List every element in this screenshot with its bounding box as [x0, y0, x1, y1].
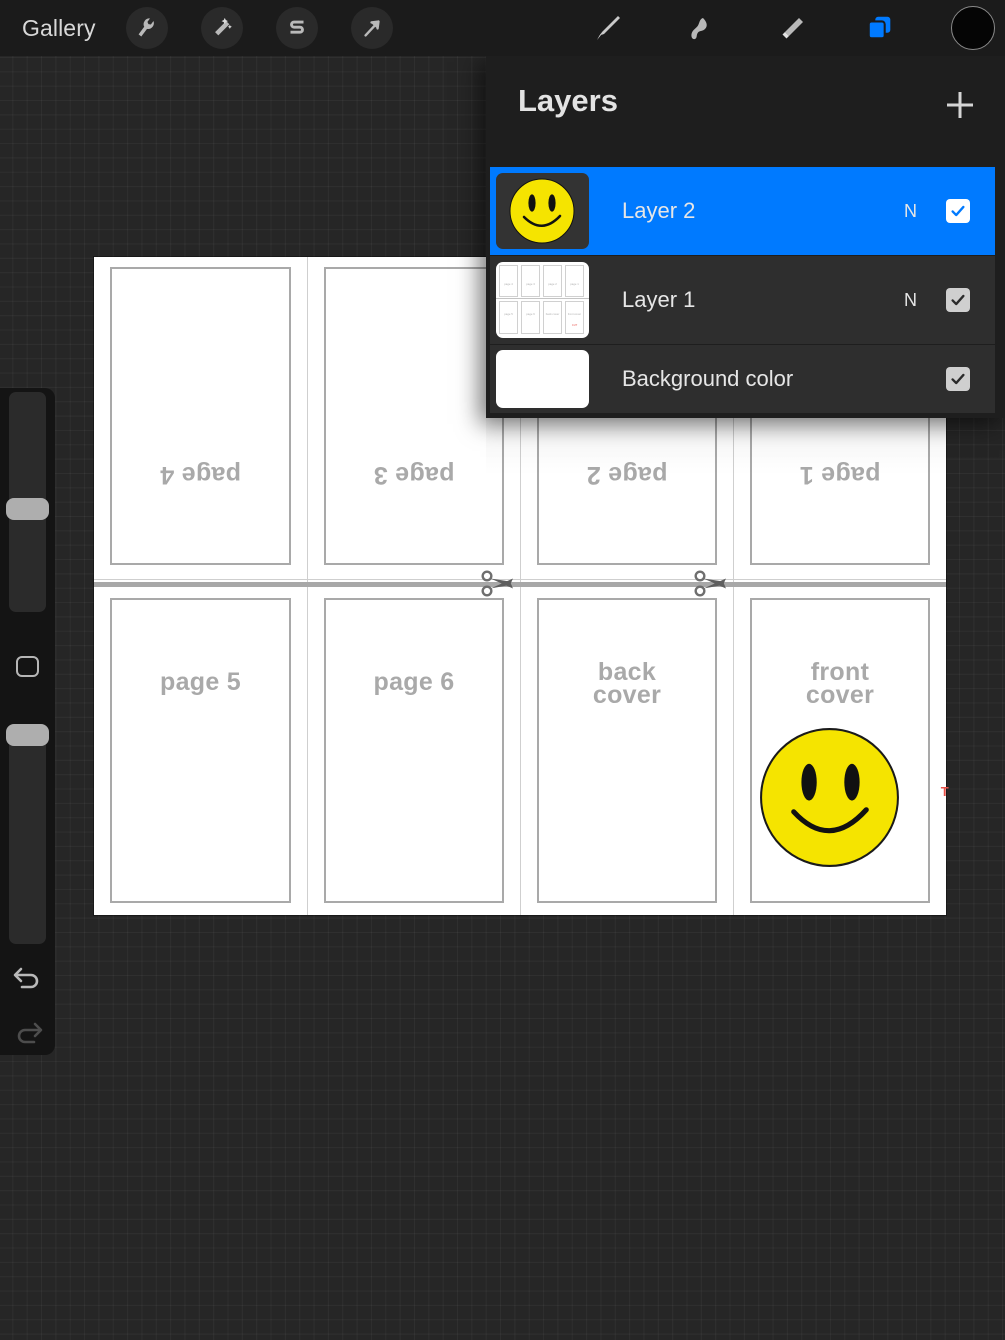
- modify-button[interactable]: [16, 656, 39, 677]
- layer-name: Layer 1: [622, 287, 696, 312]
- page-label-line2: cover: [805, 681, 875, 709]
- transform-button[interactable]: [351, 7, 393, 49]
- page-label: page 2: [586, 461, 668, 489]
- mini-label: page 1: [570, 282, 579, 286]
- layer-thumbnail-background[interactable]: [496, 350, 589, 408]
- layer-thumbnail-smiley[interactable]: [496, 173, 589, 249]
- layer-row-layer-2[interactable]: Layer 2 N: [490, 167, 995, 255]
- layers-panel: Layers Layer 2 N page 4 page 3 page 2 pa…: [486, 56, 1005, 418]
- brush-size-thumb[interactable]: [6, 498, 49, 520]
- page-label: page 6: [373, 668, 455, 696]
- selection-button[interactable]: [276, 7, 318, 49]
- fold-line: [94, 579, 946, 580]
- smudge-button[interactable]: [676, 6, 720, 50]
- page-border: [110, 267, 291, 565]
- page-cell-back-cover[interactable]: back cover: [521, 588, 733, 915]
- page-cell-page-5[interactable]: page 5: [94, 588, 307, 915]
- page-border: [537, 598, 717, 903]
- checkmark-icon: [951, 373, 965, 385]
- mini-label: page 6: [526, 312, 535, 316]
- cut-line: [94, 582, 946, 587]
- layer-row-layer-1[interactable]: page 4 page 3 page 2 page 1 page 5 page …: [490, 256, 995, 344]
- mini-label: page 4: [504, 282, 513, 286]
- procreate-canvas-screen: page 4 page 3 page 2 page 1 page 5 page …: [0, 0, 1005, 1340]
- zine-template-thumbnail-icon: page 4 page 3 page 2 page 1 page 5 page …: [496, 262, 589, 338]
- color-swatch-button[interactable]: [950, 5, 996, 51]
- mini-red-note: CUT: [571, 324, 578, 327]
- smiley-face-thumbnail-icon: [509, 178, 575, 244]
- layer-visibility-checkbox[interactable]: [946, 199, 970, 223]
- layer-blend-mode[interactable]: N: [904, 290, 917, 311]
- page-cell-page-6[interactable]: page 6: [308, 588, 520, 915]
- brush-opacity-thumb[interactable]: [6, 724, 49, 746]
- checkmark-icon: [951, 294, 965, 306]
- mini-label: page 3: [526, 282, 535, 286]
- magic-wand-icon: [215, 17, 232, 36]
- mini-label: page 2: [548, 282, 557, 286]
- layer-blend-mode[interactable]: N: [904, 201, 917, 222]
- smiley-face-drawing: [760, 728, 899, 867]
- smudge-icon: [691, 18, 707, 40]
- add-layer-button[interactable]: [939, 84, 981, 126]
- layers-icon: [867, 16, 891, 40]
- paint-brush-button[interactable]: [586, 6, 630, 50]
- layers-panel-title: Layers: [518, 83, 618, 118]
- checkmark-icon: [951, 205, 965, 217]
- undo-icon[interactable]: [12, 962, 44, 992]
- layer-name: Layer 2: [622, 198, 696, 223]
- page-border: [110, 598, 291, 903]
- layer-thumbnail-zine[interactable]: page 4 page 3 page 2 page 1 page 5 page …: [496, 262, 589, 338]
- page-label: page 3: [373, 461, 455, 489]
- adjustments-wand-button[interactable]: [201, 7, 243, 49]
- gallery-button[interactable]: Gallery: [22, 15, 96, 42]
- layer-row-background-color[interactable]: Background color: [490, 345, 995, 413]
- page-label: page 1: [799, 461, 881, 489]
- color-swatch: [951, 6, 995, 50]
- eraser-icon: [782, 18, 803, 39]
- paintbrush-icon: [597, 16, 620, 40]
- mini-label: page 5: [504, 312, 513, 316]
- wrench-icon: [138, 18, 154, 37]
- transform-arrow-icon: [364, 20, 380, 37]
- redo-icon[interactable]: [12, 1017, 44, 1047]
- actions-wrench-button[interactable]: [126, 7, 168, 49]
- page-cell-front-cover[interactable]: front cover CUT: [734, 588, 949, 915]
- page-border: [324, 598, 504, 903]
- layer-visibility-checkbox[interactable]: [946, 288, 970, 312]
- eraser-button[interactable]: [770, 6, 814, 50]
- top-toolbar: Gallery: [0, 0, 1005, 56]
- layer-visibility-checkbox[interactable]: [946, 367, 970, 391]
- left-toolbar: [0, 388, 55, 1055]
- mini-label: front cover: [567, 312, 582, 316]
- selection-s-icon: [290, 20, 304, 34]
- page-cell-page-4[interactable]: page 4: [94, 257, 307, 579]
- layer-name: Background color: [622, 366, 794, 391]
- brush-opacity-slider[interactable]: [9, 724, 46, 944]
- plus-icon: [947, 92, 973, 118]
- page-border: [324, 267, 504, 565]
- page-label: page 5: [160, 668, 241, 696]
- layers-button[interactable]: [858, 6, 902, 50]
- page-label-line2: cover: [592, 681, 662, 709]
- mini-label: back cover: [545, 312, 560, 316]
- page-label: page 4: [160, 461, 241, 489]
